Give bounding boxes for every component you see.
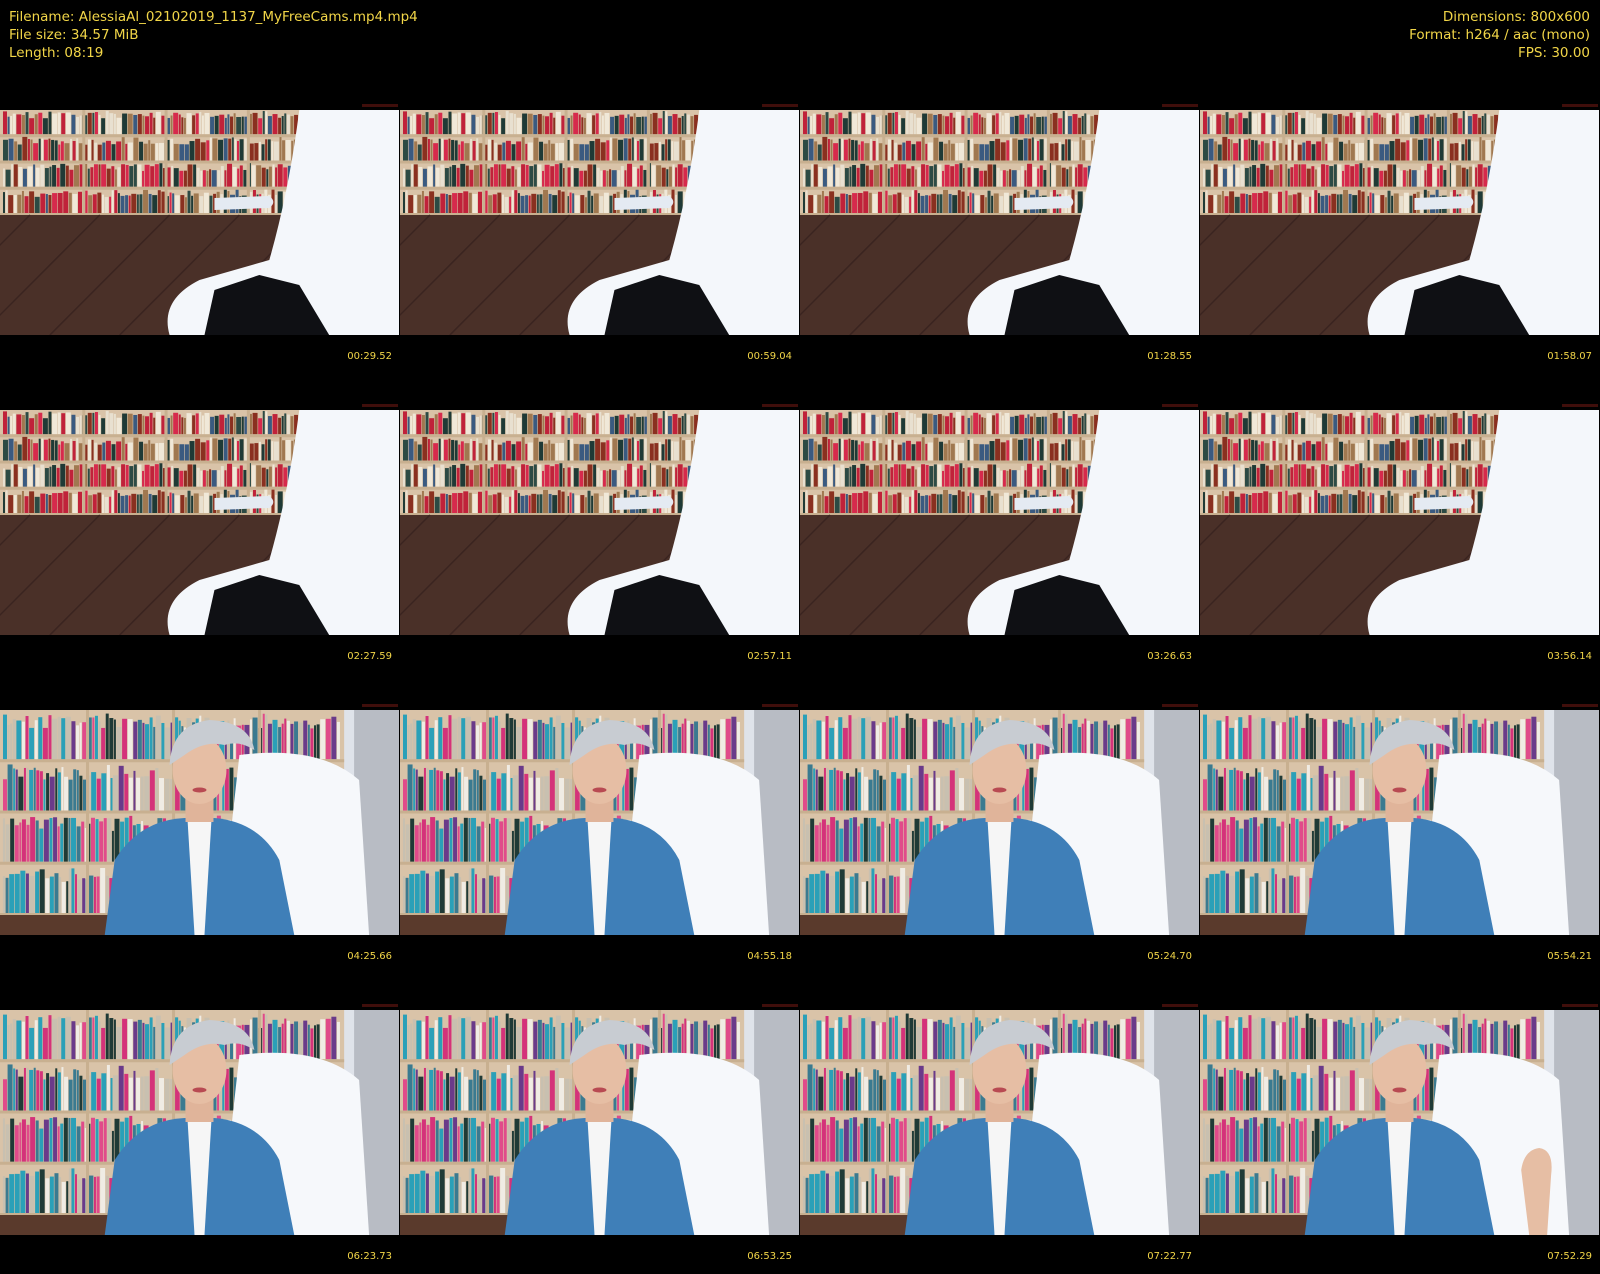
filesize-text: File size: 34.57 MiB [9, 27, 139, 43]
thumbnail-image [400, 110, 799, 335]
watermark-mark [1162, 704, 1198, 707]
watermark-mark [1562, 404, 1598, 407]
file-info: Filename: AlessiaAl_02102019_1137_MyFree… [9, 8, 418, 62]
thumbnail: 07:52.29 [1200, 970, 1600, 1270]
thumbnail: 00:29.52 [0, 70, 400, 370]
watermark-mark [1562, 704, 1598, 707]
timestamp-label: 04:55.18 [747, 951, 792, 962]
thumbnail-frame [800, 110, 1199, 335]
thumbnail: 06:53.25 [400, 970, 800, 1270]
thumbnail-frame [800, 710, 1199, 935]
thumbnail-image [400, 710, 799, 935]
thumbnail-frame [0, 710, 399, 935]
thumbnail: 04:25.66 [0, 670, 400, 970]
timestamp-label: 06:53.25 [747, 1251, 792, 1262]
thumbnail: 03:26.63 [800, 370, 1200, 670]
thumbnail-frame [400, 410, 799, 635]
watermark-mark [1162, 1004, 1198, 1007]
timestamp-label: 05:24.70 [1147, 951, 1192, 962]
thumbnail-image [1200, 710, 1599, 935]
thumbnail-image [0, 1010, 399, 1235]
thumbnail: 06:23.73 [0, 970, 400, 1270]
watermark-mark [762, 404, 798, 407]
thumbnail: 00:59.04 [400, 70, 800, 370]
watermark-mark [1562, 1004, 1598, 1007]
format-text: Format: h264 / aac (mono) [1409, 27, 1590, 43]
thumbnail-frame [400, 110, 799, 335]
watermark-mark [362, 404, 398, 407]
thumbnail: 01:28.55 [800, 70, 1200, 370]
thumbnail-image [400, 410, 799, 635]
timestamp-label: 00:59.04 [747, 351, 792, 362]
timestamp-label: 03:26.63 [1147, 651, 1192, 662]
fps-text: FPS: 30.00 [1518, 45, 1590, 61]
watermark-mark [362, 704, 398, 707]
thumbnail-image [800, 1010, 1199, 1235]
timestamp-label: 00:29.52 [347, 351, 392, 362]
thumbnail-frame [400, 1010, 799, 1235]
thumbnail: 01:58.07 [1200, 70, 1600, 370]
timestamp-label: 02:57.11 [747, 651, 792, 662]
thumbnail-frame [400, 710, 799, 935]
watermark-mark [762, 704, 798, 707]
timestamp-label: 02:27.59 [347, 651, 392, 662]
thumbnail-image [800, 110, 1199, 335]
length-text: Length: 08:19 [9, 45, 104, 61]
thumbnail: 05:24.70 [800, 670, 1200, 970]
thumbnail-image [0, 110, 399, 335]
thumbnail: 05:54.21 [1200, 670, 1600, 970]
thumbnail-image [800, 410, 1199, 635]
thumbnail-frame [0, 410, 399, 635]
thumbnail-image [800, 710, 1199, 935]
timestamp-label: 01:28.55 [1147, 351, 1192, 362]
thumbnail-image [1200, 110, 1599, 335]
thumbnail-frame [1200, 1010, 1599, 1235]
thumbnail-grid: 00:29.52 00:59.04 01:28.55 01:58.07 02:27.59… [0, 0, 1600, 1274]
watermark-mark [1162, 104, 1198, 107]
timestamp-label: 06:23.73 [347, 1251, 392, 1262]
thumbnail-image [400, 1010, 799, 1235]
dimensions-text: Dimensions: 800x600 [1442, 9, 1590, 25]
thumbnail-image [0, 710, 399, 935]
thumbnail-frame [800, 410, 1199, 635]
watermark-mark [1162, 404, 1198, 407]
timestamp-label: 05:54.21 [1547, 951, 1592, 962]
watermark-mark [362, 1004, 398, 1007]
thumbnail: 02:27.59 [0, 370, 400, 670]
thumbnail-frame [0, 1010, 399, 1235]
watermark-mark [762, 104, 798, 107]
timestamp-label: 07:52.29 [1547, 1251, 1592, 1262]
thumbnail-image [1200, 1010, 1599, 1235]
thumbnail-frame [0, 110, 399, 335]
thumbnail-image [1200, 410, 1599, 635]
thumbnail-frame [800, 1010, 1199, 1235]
thumbnail: 07:22.77 [800, 970, 1200, 1270]
metadata-header: Filename: AlessiaAl_02102019_1137_MyFree… [0, 0, 1600, 70]
thumbnail-frame [1200, 410, 1599, 635]
thumbnail: 02:57.11 [400, 370, 800, 670]
timestamp-label: 04:25.66 [347, 951, 392, 962]
thumbnail: 03:56.14 [1200, 370, 1600, 670]
thumbnail-image [0, 410, 399, 635]
video-info: Dimensions: 800x600 Format: h264 / aac (… [1409, 8, 1590, 62]
watermark-mark [362, 104, 398, 107]
filename-text: Filename: AlessiaAl_02102019_1137_MyFree… [9, 9, 418, 25]
timestamp-label: 03:56.14 [1547, 651, 1592, 662]
thumbnail-frame [1200, 710, 1599, 935]
timestamp-label: 07:22.77 [1147, 1251, 1192, 1262]
thumbnail: 04:55.18 [400, 670, 800, 970]
watermark-mark [762, 1004, 798, 1007]
thumbnail-frame [1200, 110, 1599, 335]
watermark-mark [1562, 104, 1598, 107]
timestamp-label: 01:58.07 [1547, 351, 1592, 362]
